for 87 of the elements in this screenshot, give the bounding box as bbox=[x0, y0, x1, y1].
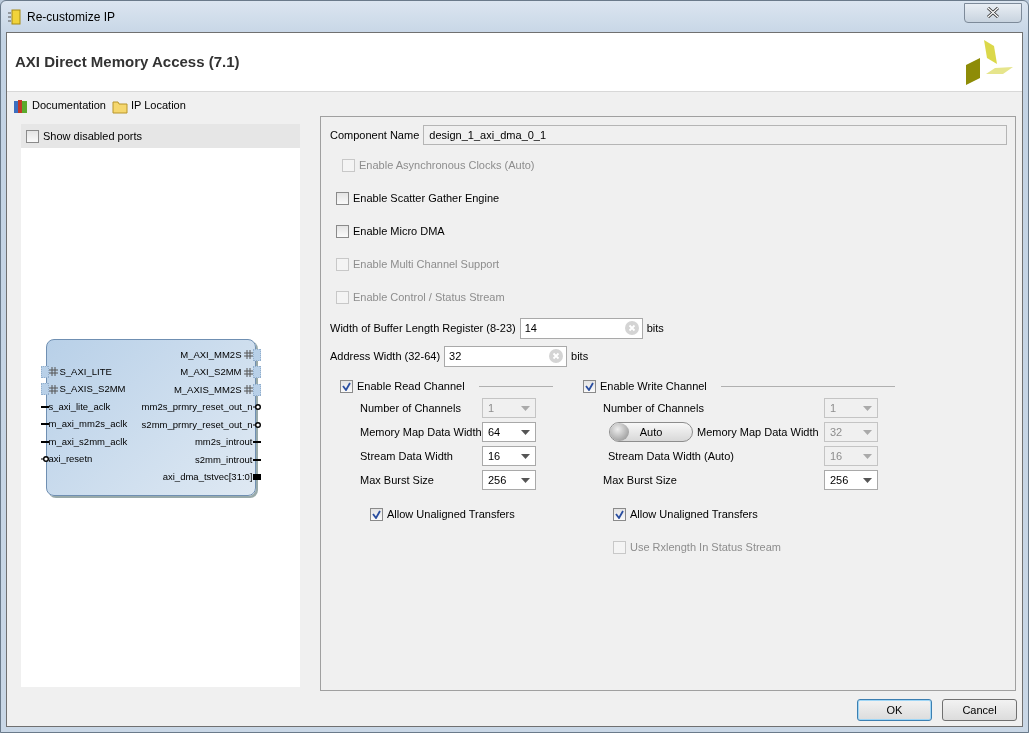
channel-checkbox[interactable]: Enable Read Channel bbox=[340, 377, 465, 395]
port-label: s_axi_lite_aclk bbox=[48, 399, 111, 414]
dropdown-arrow-icon bbox=[521, 453, 530, 459]
dropdown-arrow-icon bbox=[863, 405, 872, 411]
window-title: Re-customize IP bbox=[27, 8, 116, 26]
dropdown-arrow-icon bbox=[521, 477, 530, 483]
checkbox[interactable] bbox=[613, 508, 626, 521]
bus-port-icon bbox=[48, 384, 58, 394]
field-label: Address Width (32-64) bbox=[330, 348, 441, 364]
port-label: M_AXIS_MM2S bbox=[173, 382, 242, 397]
dropdown-arrow-icon bbox=[521, 429, 530, 435]
checkbox-label: Allow Unaligned Transfers bbox=[630, 507, 758, 523]
bus-port-icon bbox=[243, 367, 253, 377]
port-label: M_AXI_MM2S bbox=[180, 347, 242, 362]
bus-port-icon bbox=[243, 385, 253, 395]
port-label: S_AXI_LITE bbox=[59, 364, 112, 379]
dropdown[interactable]: 64 bbox=[482, 422, 536, 442]
port-label: s2mm_introut bbox=[194, 452, 253, 467]
clear-icon bbox=[549, 348, 564, 363]
logo-icon bbox=[966, 38, 1014, 86]
checkbox[interactable] bbox=[336, 225, 349, 238]
field-label: Max Burst Size bbox=[360, 472, 434, 488]
port-label: mm2s_prmry_reset_out_n bbox=[141, 400, 253, 415]
field-label: Width of Buffer Length Register (8-23) bbox=[330, 320, 516, 336]
wire-pin bbox=[40, 440, 49, 444]
port-label: axi_dma_tstvec[31:0] bbox=[162, 470, 253, 485]
dropdown-arrow-icon bbox=[863, 477, 872, 483]
unit-label: bits bbox=[571, 348, 589, 364]
clear-icon bbox=[624, 320, 639, 335]
checkmark-icon bbox=[342, 381, 351, 391]
port-label: axi_resetn bbox=[48, 452, 93, 467]
checkbox-label: Enable Asynchronous Clocks (Auto) bbox=[359, 158, 535, 174]
checkbox-label: Use Rxlength In Status Stream bbox=[630, 540, 781, 556]
dropdown-arrow-icon bbox=[521, 405, 530, 411]
bus-pin bbox=[252, 474, 261, 481]
field-label: Stream Data Width bbox=[360, 448, 453, 464]
reset-pin bbox=[252, 403, 261, 412]
unit-label: bits bbox=[646, 320, 664, 336]
wire-pin bbox=[252, 440, 261, 444]
checkmark-icon bbox=[615, 510, 624, 519]
checkbox-label: Allow Unaligned Transfers bbox=[387, 507, 515, 523]
wire-pin bbox=[252, 458, 261, 462]
toolbar-link[interactable]: Documentation bbox=[13, 97, 106, 114]
dropdown[interactable]: 256 bbox=[482, 470, 536, 490]
port-label: m_axi_s2mm_aclk bbox=[48, 434, 128, 449]
checkbox-label: Enable Multi Channel Support bbox=[353, 257, 500, 273]
dropdown[interactable]: 256 bbox=[824, 470, 878, 490]
port-label: M_AXI_S2MM bbox=[180, 365, 242, 380]
port-label: mm2s_introut bbox=[194, 435, 253, 450]
field-label: Component Name bbox=[330, 127, 420, 143]
component-name-field[interactable]: design_1_axi_dma_0_1 bbox=[423, 125, 1007, 145]
dropdown-arrow-icon bbox=[863, 429, 872, 435]
dialog-button[interactable]: OK bbox=[857, 699, 932, 721]
reset-pin bbox=[252, 420, 261, 429]
books-icon bbox=[13, 97, 29, 114]
field-label: Max Burst Size bbox=[603, 472, 677, 488]
field-label: Number of Channels bbox=[360, 400, 461, 416]
checkmark-icon bbox=[372, 510, 381, 519]
toolbar-link[interactable]: IP Location bbox=[112, 97, 186, 114]
window-icon bbox=[7, 8, 21, 25]
dialog-button[interactable]: Cancel bbox=[942, 699, 1017, 721]
close-button[interactable] bbox=[964, 2, 1022, 23]
dropdown[interactable]: 16 bbox=[482, 446, 536, 466]
channel-checkbox[interactable]: Enable Write Channel bbox=[583, 377, 707, 395]
checkbox-label: Enable Control / Status Stream bbox=[353, 290, 505, 306]
field-label: Memory Map Data Width bbox=[697, 424, 819, 440]
checkbox[interactable] bbox=[370, 508, 383, 521]
port-label: m_axi_mm2s_aclk bbox=[48, 417, 128, 432]
checkmark-icon bbox=[585, 381, 594, 391]
field-label: Number of Channels bbox=[603, 400, 704, 416]
checkbox[interactable] bbox=[336, 192, 349, 205]
number-field[interactable]: 32 bbox=[444, 345, 568, 367]
bus-port-icon bbox=[243, 350, 253, 360]
field-label: Stream Data Width (Auto) bbox=[608, 448, 734, 464]
checkbox-label: Enable Micro DMA bbox=[353, 224, 445, 240]
reset-pin bbox=[40, 455, 49, 464]
dropdown-arrow-icon bbox=[863, 453, 872, 459]
wire-pin bbox=[40, 405, 49, 409]
bus-port-icon bbox=[48, 367, 58, 377]
dialog-title: AXI Direct Memory Access (7.1) bbox=[15, 51, 240, 72]
field-label: Memory Map Data Width bbox=[360, 424, 482, 440]
number-field[interactable]: 14 bbox=[519, 317, 643, 339]
wire-pin bbox=[40, 422, 49, 426]
close-icon bbox=[986, 7, 1000, 18]
port-label: s2mm_prmry_reset_out_n bbox=[141, 417, 253, 432]
port-label: S_AXIS_S2MM bbox=[59, 382, 126, 397]
checkbox-label: Enable Scatter Gather Engine bbox=[353, 191, 500, 207]
